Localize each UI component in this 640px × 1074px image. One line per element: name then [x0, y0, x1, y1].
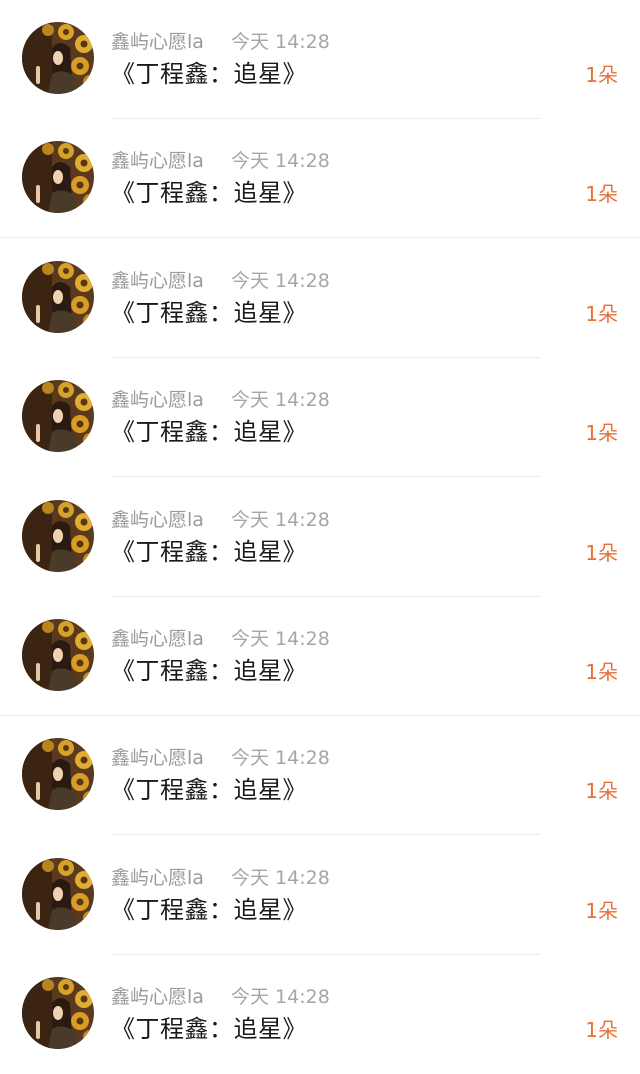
timestamp: 今天 14:28 — [231, 31, 330, 53]
avatar[interactable] — [22, 738, 94, 811]
avatar[interactable] — [22, 857, 94, 930]
timestamp: 今天 14:28 — [231, 389, 330, 412]
avatar[interactable] — [22, 499, 94, 572]
username[interactable]: 鑫屿心愿la — [111, 508, 204, 532]
flower-count: 1朵 — [585, 1018, 618, 1043]
avatar[interactable] — [22, 260, 94, 333]
comment-row[interactable]: 鑫屿心愿la 今天 14:28 《丁程鑫：追星》 1朵 — [0, 358, 640, 478]
comment-text: 《丁程鑫：追星》 — [111, 657, 307, 685]
flower-count: 1朵 — [585, 63, 618, 87]
comment-text: 《丁程鑫：追星》 — [111, 1015, 307, 1044]
comment-row[interactable]: 鑫屿心愿la 今天 14:28 《丁程鑫：追星》 1朵 — [0, 955, 640, 1074]
flower-count: 1朵 — [585, 898, 618, 923]
avatar[interactable] — [22, 619, 94, 691]
comment-text: 《丁程鑫：追星》 — [111, 776, 307, 805]
timestamp: 今天 14:28 — [231, 628, 330, 650]
timestamp: 今天 14:28 — [231, 508, 330, 531]
comment-row[interactable]: 鑫屿心愿la 今天 14:28 《丁程鑫：追星》 1朵 — [0, 0, 640, 119]
flower-count: 1朵 — [585, 660, 618, 684]
username[interactable]: 鑫屿心愿la — [111, 149, 204, 173]
flower-count: 1朵 — [585, 182, 618, 207]
comment-row[interactable]: 鑫屿心愿la 今天 14:28 《丁程鑫：追星》 1朵 — [0, 239, 640, 358]
comment-row[interactable]: 鑫屿心愿la 今天 14:28 《丁程鑫：追星》 1朵 — [0, 478, 640, 597]
comment-row[interactable]: 鑫屿心愿la 今天 14:28 《丁程鑫：追星》 1朵 — [0, 716, 640, 836]
username[interactable]: 鑫屿心愿la — [111, 30, 204, 54]
avatar[interactable] — [22, 977, 94, 1050]
username[interactable]: 鑫屿心愿la — [111, 866, 204, 890]
timestamp: 今天 14:28 — [231, 269, 330, 292]
comment-text: 《丁程鑫：追星》 — [111, 298, 307, 327]
avatar[interactable] — [22, 22, 94, 94]
timestamp: 今天 14:28 — [231, 986, 330, 1009]
timestamp: 今天 14:28 — [231, 747, 330, 770]
username[interactable]: 鑫屿心愿la — [111, 746, 204, 770]
comment-row[interactable]: 鑫屿心愿la 今天 14:28 《丁程鑫：追星》 1朵 — [0, 119, 640, 239]
comment-row[interactable]: 鑫屿心愿la 今天 14:28 《丁程鑫：追星》 1朵 — [0, 597, 640, 716]
comment-list: 鑫屿心愿la 今天 14:28 《丁程鑫：追星》 1朵 鑫屿心愿la 今天 14… — [0, 0, 640, 1068]
avatar[interactable] — [22, 380, 94, 453]
flower-count: 1朵 — [585, 301, 618, 326]
username[interactable]: 鑫屿心愿la — [111, 269, 204, 293]
comment-row[interactable]: 鑫屿心愿la 今天 14:28 《丁程鑫：追星》 1朵 — [0, 836, 640, 955]
flower-count: 1朵 — [585, 779, 618, 804]
comment-text: 《丁程鑫：追星》 — [111, 537, 307, 566]
flower-count: 1朵 — [585, 540, 618, 565]
comment-text: 《丁程鑫：追星》 — [111, 895, 307, 924]
timestamp: 今天 14:28 — [231, 866, 330, 889]
timestamp: 今天 14:28 — [231, 150, 330, 173]
avatar[interactable] — [22, 141, 94, 214]
comment-text: 《丁程鑫：追星》 — [111, 418, 307, 447]
flower-count: 1朵 — [585, 421, 618, 446]
comment-text: 《丁程鑫：追星》 — [111, 179, 307, 208]
comment-text: 《丁程鑫：追星》 — [111, 60, 307, 88]
username[interactable]: 鑫屿心愿la — [111, 627, 204, 651]
username[interactable]: 鑫屿心愿la — [111, 985, 204, 1009]
username[interactable]: 鑫屿心愿la — [111, 388, 204, 412]
